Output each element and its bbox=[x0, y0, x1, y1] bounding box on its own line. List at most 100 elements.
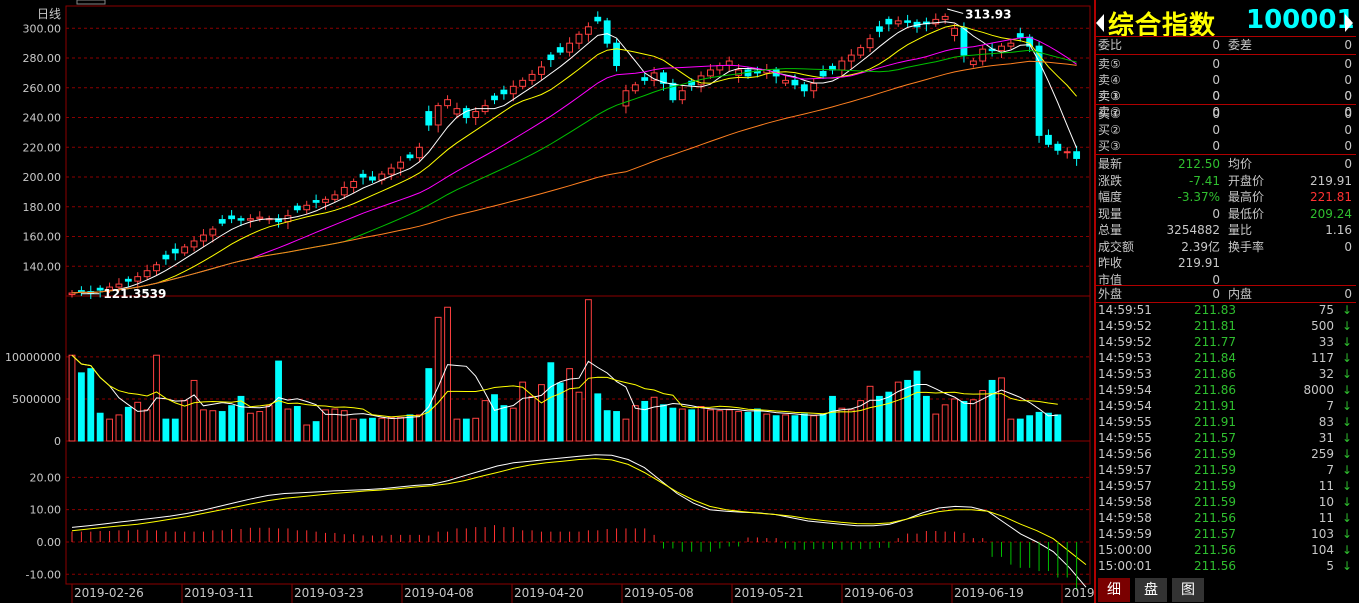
candle-body[interactable] bbox=[847, 54, 855, 62]
volume-bar[interactable] bbox=[998, 377, 1005, 442]
candle-body[interactable] bbox=[528, 73, 536, 81]
candle-body[interactable] bbox=[941, 15, 949, 20]
candle-body[interactable] bbox=[153, 264, 160, 272]
volume-bar[interactable] bbox=[697, 406, 705, 442]
candle-body[interactable] bbox=[904, 20, 912, 23]
volume-bar[interactable] bbox=[171, 418, 179, 442]
candle-body[interactable] bbox=[303, 204, 311, 211]
volume-bar[interactable] bbox=[509, 407, 517, 442]
candle-body[interactable] bbox=[162, 254, 170, 260]
volume-bar[interactable] bbox=[1007, 418, 1015, 442]
volume-bar[interactable] bbox=[500, 405, 508, 442]
tick-row[interactable]: 14:59:58 211.56 11 ↓ bbox=[1094, 510, 1356, 526]
candle-body[interactable] bbox=[312, 200, 320, 203]
candle-body[interactable] bbox=[350, 180, 358, 188]
volume-bar[interactable] bbox=[932, 413, 940, 442]
volume-bar[interactable] bbox=[237, 395, 245, 442]
candle-body[interactable] bbox=[707, 69, 714, 77]
volume-bar[interactable] bbox=[444, 306, 451, 442]
candle-body[interactable] bbox=[143, 270, 151, 278]
candle-body[interactable] bbox=[519, 79, 527, 87]
volume-bar[interactable] bbox=[838, 407, 846, 442]
candle-body[interactable] bbox=[491, 95, 498, 101]
prev-arrow-icon[interactable] bbox=[1096, 14, 1104, 32]
candle-body[interactable] bbox=[209, 228, 217, 236]
volume-bar[interactable] bbox=[406, 414, 414, 442]
tab-chart[interactable]: 图 bbox=[1172, 578, 1204, 602]
candle-body[interactable] bbox=[77, 290, 85, 293]
volume-bar[interactable] bbox=[96, 412, 104, 442]
candle-body[interactable] bbox=[782, 79, 789, 84]
candle-body[interactable] bbox=[359, 173, 367, 178]
volume-bar[interactable] bbox=[246, 412, 254, 442]
volume-bar[interactable] bbox=[575, 391, 583, 442]
candle-body[interactable] bbox=[622, 90, 630, 107]
candle-body[interactable] bbox=[894, 20, 902, 25]
volume-bar[interactable] bbox=[622, 418, 630, 442]
volume-bar[interactable] bbox=[209, 410, 217, 442]
volume-bar[interactable] bbox=[265, 405, 273, 442]
candle-body[interactable] bbox=[1016, 33, 1024, 38]
volume-bar[interactable] bbox=[87, 368, 95, 442]
candle-body[interactable] bbox=[1045, 134, 1052, 145]
candle-body[interactable] bbox=[1073, 151, 1081, 159]
candle-body[interactable] bbox=[866, 38, 874, 49]
candle-body[interactable] bbox=[124, 278, 132, 282]
candle-body[interactable] bbox=[406, 154, 414, 159]
volume-bar[interactable] bbox=[678, 408, 686, 442]
candle-body[interactable] bbox=[584, 26, 592, 35]
volume-bar[interactable] bbox=[387, 416, 395, 442]
tick-row[interactable]: 14:59:55 211.57 31 ↓ bbox=[1094, 430, 1356, 446]
volume-bar[interactable] bbox=[594, 393, 602, 442]
volume-bar[interactable] bbox=[922, 395, 930, 442]
tick-row[interactable]: 14:59:55 211.91 83 ↓ bbox=[1094, 414, 1356, 430]
volume-bar[interactable] bbox=[885, 391, 893, 442]
volume-bar[interactable] bbox=[613, 411, 620, 442]
candle-body[interactable] bbox=[1007, 42, 1015, 47]
tick-row[interactable]: 14:59:51 211.83 75 ↓ bbox=[1094, 302, 1356, 318]
volume-bar[interactable] bbox=[641, 400, 649, 442]
volume-bar[interactable] bbox=[218, 411, 226, 442]
candle-body[interactable] bbox=[876, 26, 883, 32]
volume-bar[interactable] bbox=[847, 409, 855, 442]
volume-bar[interactable] bbox=[303, 424, 311, 442]
volume-bar[interactable] bbox=[397, 416, 405, 442]
candle-body[interactable] bbox=[547, 54, 555, 61]
tick-row[interactable]: 14:59:54 211.86 8000 ↓ bbox=[1094, 382, 1356, 398]
candle-body[interactable] bbox=[1063, 151, 1071, 154]
volume-bar[interactable] bbox=[782, 414, 789, 442]
candle-body[interactable] bbox=[397, 161, 405, 169]
candle-body[interactable] bbox=[857, 47, 865, 56]
volume-bar[interactable] bbox=[763, 413, 771, 442]
volume-bar[interactable] bbox=[772, 415, 780, 442]
volume-bar[interactable] bbox=[350, 418, 358, 442]
candle-body[interactable] bbox=[228, 215, 236, 220]
tick-row[interactable]: 14:59:58 211.59 10 ↓ bbox=[1094, 494, 1356, 510]
candle-body[interactable] bbox=[246, 218, 254, 221]
volume-bar[interactable] bbox=[528, 395, 536, 442]
candle-body[interactable] bbox=[1054, 143, 1062, 151]
tick-row[interactable]: 15:00:01 211.56 5 ↓ bbox=[1094, 558, 1356, 574]
volume-bar[interactable] bbox=[547, 362, 555, 442]
candle-body[interactable] bbox=[791, 79, 799, 86]
volume-bar[interactable] bbox=[228, 405, 236, 442]
candle-body[interactable] bbox=[838, 60, 846, 71]
volume-bar[interactable] bbox=[462, 418, 470, 442]
candle-body[interactable] bbox=[369, 176, 376, 181]
tick-row[interactable]: 14:59:56 211.59 259 ↓ bbox=[1094, 446, 1356, 462]
volume-bar[interactable] bbox=[960, 400, 968, 442]
volume-bar[interactable] bbox=[810, 415, 818, 442]
tick-row[interactable]: 14:59:53 211.86 32 ↓ bbox=[1094, 366, 1356, 382]
volume-bar[interactable] bbox=[669, 407, 677, 442]
volume-bar[interactable] bbox=[913, 370, 921, 442]
volume-bar[interactable] bbox=[415, 414, 423, 442]
volume-bar[interactable] bbox=[68, 354, 76, 442]
next-arrow-icon[interactable] bbox=[1345, 14, 1353, 32]
candle-body[interactable] bbox=[190, 240, 198, 248]
volume-bar[interactable] bbox=[1016, 418, 1024, 442]
candle-body[interactable] bbox=[218, 219, 226, 224]
volume-bar[interactable] bbox=[707, 409, 714, 442]
volume-bar[interactable] bbox=[631, 405, 639, 442]
volume-bar[interactable] bbox=[829, 395, 836, 442]
candle-body[interactable] bbox=[134, 276, 142, 282]
